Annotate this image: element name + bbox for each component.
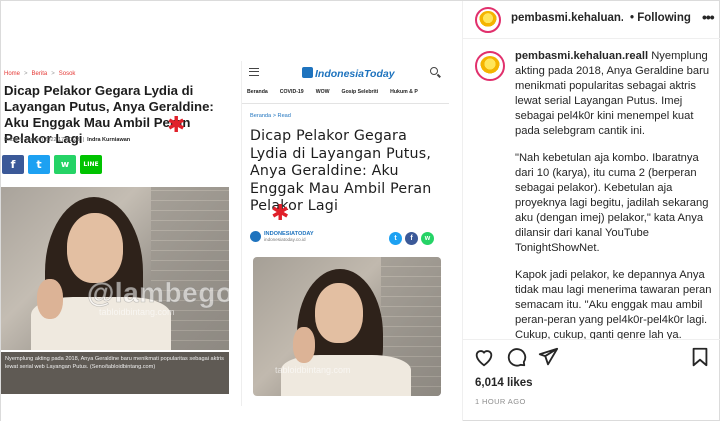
- facebook-icon: f: [2, 155, 24, 174]
- post-caption: pembasmi.kehaluan.reall Nyemplung akting…: [515, 49, 717, 339]
- hamburger-menu-icon: [249, 68, 259, 76]
- lambegosip-watermark: @lambegosip: [87, 277, 229, 309]
- right-article-photo: tabloidbintang.com: [253, 257, 441, 396]
- post-timestamp[interactable]: 1 HOUR AGO: [475, 397, 526, 406]
- following-label: Following: [637, 12, 691, 24]
- nav-gosip: Gosip Selebriti: [341, 89, 379, 95]
- post-header: pembasmi.kehaluan.re • Following •••: [463, 1, 720, 39]
- bookmark-icon[interactable]: [689, 346, 711, 368]
- left-meta-author: Indra Kurniawan: [87, 137, 131, 143]
- face-shape: [67, 213, 123, 283]
- indonesiatoday-nav: Beranda COVID-19 WOW Gosip Selebriti Huk…: [242, 89, 449, 103]
- caption-paragraph-2: "Nah kebetulan aja kombo. Ibaratnya dari…: [515, 152, 709, 254]
- author-site: indonesiatoday.co.id: [264, 237, 306, 242]
- left-breadcrumb: Home > Berita > Sosok: [4, 71, 76, 77]
- heart-icon[interactable]: [473, 346, 495, 368]
- logo-text: IndonesiaToday: [315, 68, 395, 80]
- whatsapp-icon: w: [421, 232, 434, 245]
- left-meta-date: Rabu, 5 Januari 2022 17:00:23: [4, 137, 80, 143]
- author-avatar: [250, 231, 261, 242]
- avatar-image: [479, 55, 501, 77]
- caption-username[interactable]: pembasmi.kehaluan.reall: [515, 50, 648, 62]
- nav-covid: COVID-19: [279, 89, 304, 95]
- crumb-home: Home: [4, 71, 21, 77]
- dot-separator: •: [630, 12, 635, 24]
- profile-avatar[interactable]: [475, 7, 501, 33]
- left-article-screenshot: Home > Berita > Sosok Dicap Pelakor Gegara L…: [1, 67, 232, 399]
- hand-shape: [293, 327, 315, 363]
- instagram-post-window: Home > Berita > Sosok Dicap Pelakor Gegara L…: [0, 0, 720, 421]
- crumb-sosok: Sosok: [58, 71, 76, 77]
- left-meta: Rabu, 5 Januari 2022 17:00:23 | Indra Ku…: [4, 137, 131, 143]
- right-author-row: INDONESIATODAY indonesiatoday.co.id: [250, 231, 314, 242]
- left-article-photo: @lambegosip tabloidbintang.com: [1, 187, 229, 350]
- nav-beranda: Beranda: [247, 89, 268, 95]
- right-share-row: t f w: [389, 232, 434, 245]
- caption-paragraph-1: Nyemplung akting pada 2018, Anya Geraldi…: [515, 50, 710, 137]
- indonesiatoday-logo: IndonesiaToday: [302, 67, 395, 80]
- face-shape: [315, 283, 363, 343]
- likes-count[interactable]: 6,014 likes: [475, 377, 533, 389]
- more-horizontal-icon[interactable]: •••: [702, 9, 715, 25]
- indonesiatoday-topbar: IndonesiaToday: [242, 61, 449, 87]
- red-asterisk-mark: ✱: [271, 200, 290, 225]
- logo-mark-icon: [302, 67, 313, 78]
- caption-avatar[interactable]: [475, 51, 505, 81]
- comment-icon[interactable]: [505, 346, 527, 368]
- action-bar: [463, 339, 720, 371]
- left-share-row: f t w LINE: [2, 155, 102, 174]
- caption-paragraph-3: Kapok jadi pelakor, ke depannya Anya tid…: [515, 269, 712, 339]
- twitter-icon: t: [389, 232, 402, 245]
- hand-shape: [37, 279, 63, 319]
- nav-divider: [242, 103, 449, 104]
- right-article-screenshot: IndonesiaToday Beranda COVID-19 WOW Gosi…: [241, 61, 449, 406]
- right-breadcrumb: Beranda > Read: [250, 113, 291, 119]
- comments-scroll-area[interactable]: pembasmi.kehaluan.reall Nyemplung akting…: [463, 39, 720, 339]
- nav-hukum: Hukum & P: [390, 89, 418, 95]
- left-photo-caption: Nyemplung akting pada 2018, Anya Geraldi…: [1, 352, 229, 394]
- tabloidbintang-watermark: tabloidbintang.com: [99, 307, 175, 317]
- whatsapp-icon: w: [54, 155, 76, 174]
- avatar-image: [479, 11, 497, 29]
- crumb-berita: Berita: [31, 71, 48, 77]
- header-username[interactable]: pembasmi.kehaluan.re: [511, 12, 623, 24]
- search-icon: [430, 67, 438, 75]
- twitter-icon: t: [28, 155, 50, 174]
- send-icon[interactable]: [537, 346, 559, 368]
- post-image[interactable]: Home > Berita > Sosok Dicap Pelakor Gegara L…: [1, 1, 463, 421]
- following-button[interactable]: • Following: [630, 12, 691, 24]
- facebook-icon: f: [405, 232, 418, 245]
- tabloidbintang-watermark: tabloidbintang.com: [275, 365, 351, 375]
- red-asterisk-mark: ✱: [167, 112, 186, 137]
- line-icon: LINE: [80, 155, 102, 174]
- nav-wow: WOW: [315, 89, 330, 95]
- post-sidebar: pembasmi.kehaluan.re • Following ••• pem…: [463, 1, 720, 421]
